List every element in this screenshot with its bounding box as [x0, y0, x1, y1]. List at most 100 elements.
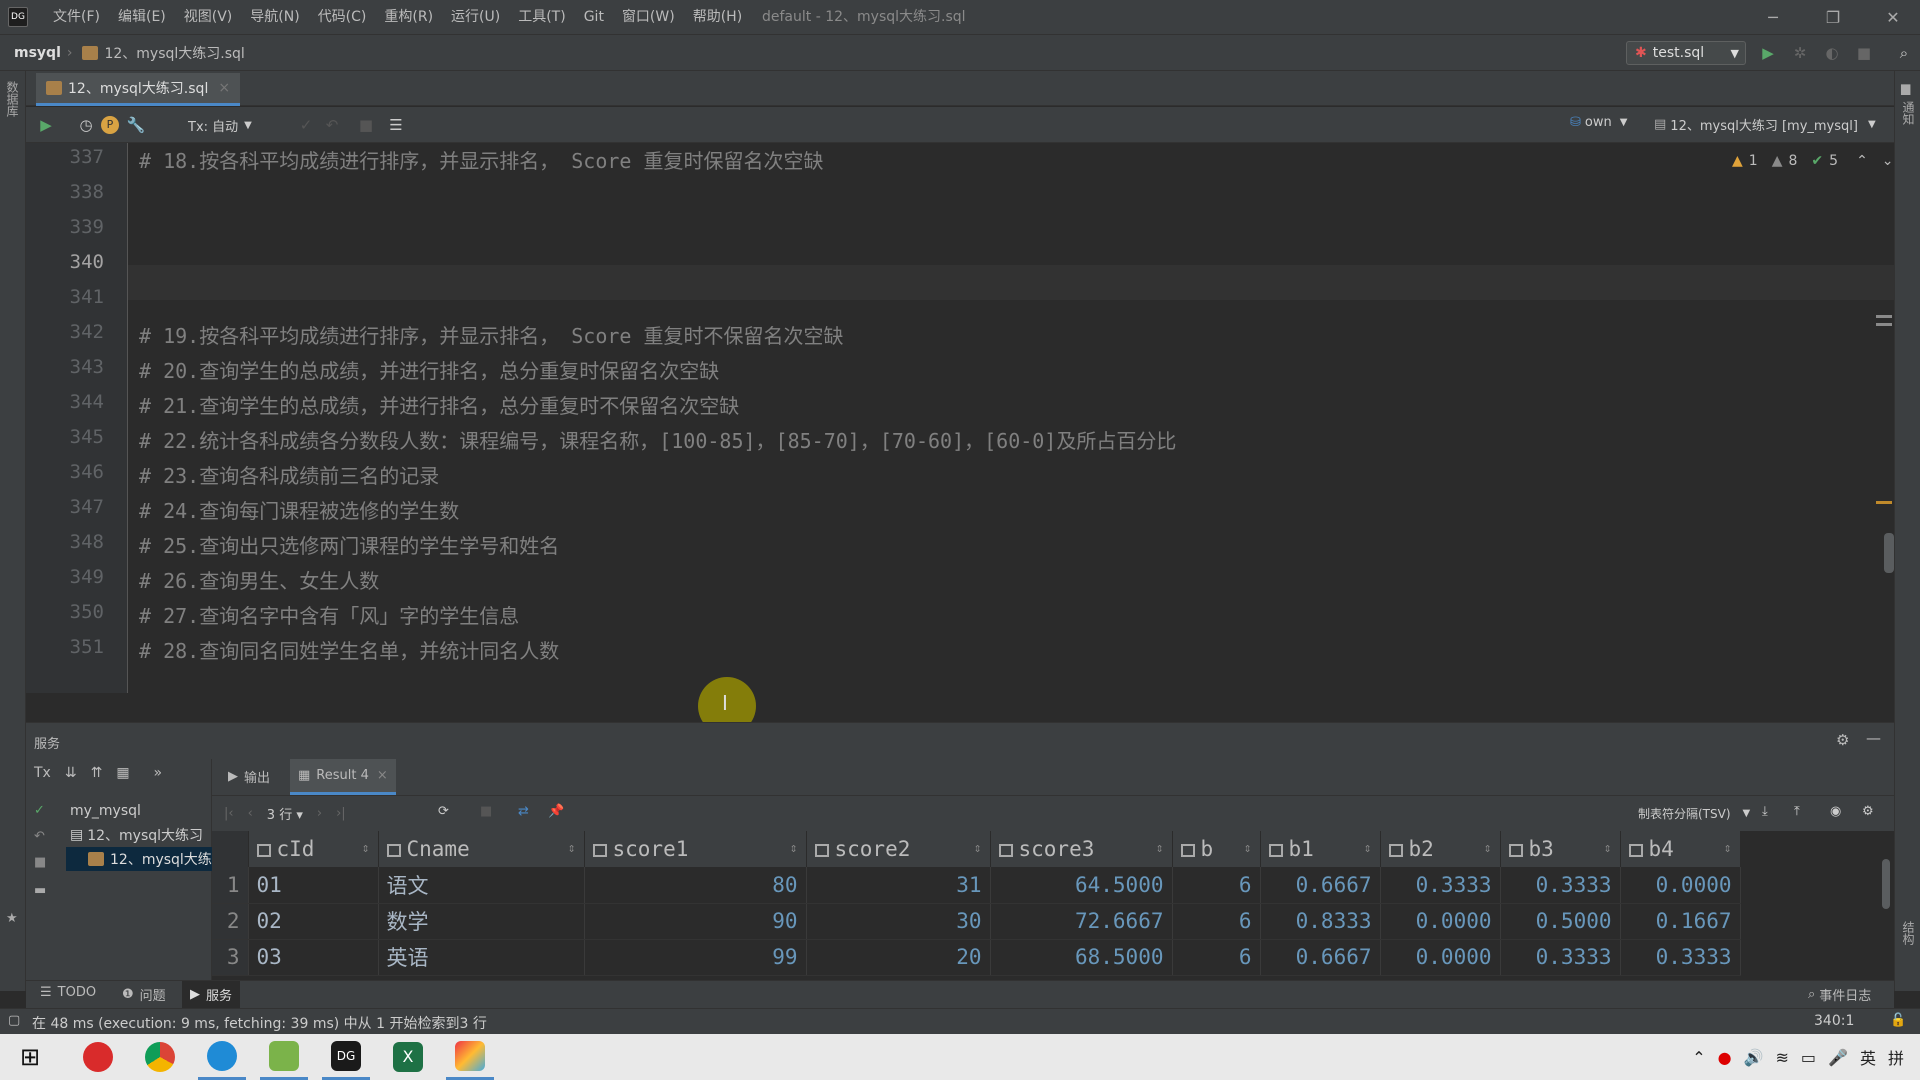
execute-icon[interactable]: ▶: [34, 113, 58, 137]
table-cell[interactable]: 6: [1172, 903, 1261, 940]
table-cell[interactable]: 68.5000: [990, 939, 1173, 976]
group-icon[interactable]: ▦: [116, 765, 129, 781]
column-header[interactable]: score2 ⇕: [806, 831, 991, 867]
event-log-tab[interactable]: ⌕ 事件日志: [1808, 985, 1871, 1004]
output-tab[interactable]: ▶ 输出: [228, 767, 270, 786]
table-cell[interactable]: 64.5000: [990, 867, 1173, 904]
rollback-icon[interactable]: ↶: [320, 113, 344, 137]
paint-icon[interactable]: [446, 1034, 494, 1080]
menu-file[interactable]: 文件(F): [44, 0, 109, 34]
table-cell[interactable]: 99: [584, 939, 807, 976]
table-cell[interactable]: 英语: [378, 939, 585, 976]
sort-icon[interactable]: ⇕: [1244, 841, 1252, 856]
wrench-icon[interactable]: 🔧: [124, 113, 148, 137]
settings-gear-icon[interactable]: ⚙: [1836, 731, 1849, 749]
history-icon[interactable]: ◷: [74, 113, 98, 137]
rows-count-select[interactable]: 3 行 ▾: [267, 804, 303, 823]
next-page-icon[interactable]: ›: [317, 806, 322, 821]
problems-tab[interactable]: ❶ 问题: [122, 985, 166, 1004]
favorites-star-icon[interactable]: ★: [6, 911, 18, 926]
menu-edit[interactable]: 编辑(E): [109, 0, 175, 34]
table-cell[interactable]: 31: [806, 867, 991, 904]
tree-item-console[interactable]: ▤ 12、mysql大练习: [70, 825, 210, 845]
coverage-icon[interactable]: ◐: [1820, 41, 1844, 65]
first-page-icon[interactable]: |‹: [224, 806, 234, 821]
caret-position[interactable]: 340:1: [1814, 1013, 1854, 1029]
close-icon[interactable]: ✕: [1876, 0, 1910, 34]
compare-icon[interactable]: ⇄: [518, 804, 529, 819]
profile-p-icon[interactable]: P: [101, 116, 119, 134]
code-editor[interactable]: 337 338 339 340 341 342 343 344 345 346 347 348 349 3…: [26, 143, 1894, 735]
last-page-icon[interactable]: ›|: [336, 806, 346, 821]
search-icon[interactable]: ⌕: [1892, 41, 1916, 65]
schema-select[interactable]: ⛁ own ▼: [1570, 115, 1627, 130]
table-cell[interactable]: 03: [248, 939, 379, 976]
volume-icon[interactable]: 🔊: [1738, 1048, 1770, 1067]
image-viewer-icon[interactable]: [260, 1034, 308, 1080]
sort-icon[interactable]: ⇕: [1156, 841, 1164, 856]
table-cell[interactable]: 80: [584, 867, 807, 904]
table-cell[interactable]: 0.8333: [1260, 903, 1381, 940]
sort-icon[interactable]: ⇕: [1724, 841, 1732, 856]
debug-icon[interactable]: ✲: [1788, 41, 1812, 65]
collapse-all-icon[interactable]: ⇈: [91, 765, 103, 781]
row-number[interactable]: 3: [212, 939, 249, 976]
column-header[interactable]: b4 ⇕: [1620, 831, 1741, 867]
menu-tools[interactable]: 工具(T): [509, 0, 574, 34]
table-row[interactable]: 3 03 英语 99 20 68.5000 6 0.6667 0.0000 0.3333 0.333…: [212, 939, 1741, 976]
ime-mode[interactable]: 拼: [1882, 1045, 1910, 1069]
table-row[interactable]: 2 02 数学 90 30 72.6667 6 0.8333 0.0000 0.5000 0.166…: [212, 903, 1741, 940]
chrome-icon[interactable]: [136, 1034, 184, 1080]
menu-run[interactable]: 运行(U): [442, 0, 509, 34]
previous-page-icon[interactable]: ‹: [248, 806, 253, 821]
cancel-icon[interactable]: ■: [480, 804, 492, 819]
sort-icon[interactable]: ⇕: [362, 841, 370, 856]
sort-icon[interactable]: ⇕: [974, 841, 982, 856]
reload-icon[interactable]: ⟳: [438, 804, 449, 819]
previous-highlight-icon[interactable]: ⌃: [1856, 153, 1868, 169]
status-toggle-icon[interactable]: ▢: [8, 1013, 20, 1028]
table-cell[interactable]: 数学: [378, 903, 585, 940]
transaction-mode-select[interactable]: Tx: 自动 ▼: [188, 115, 252, 135]
table-cell[interactable]: 0.3333: [1380, 867, 1501, 904]
table-cell[interactable]: 0.1667: [1620, 903, 1741, 940]
tree-item-datasource[interactable]: my_mysql: [70, 803, 141, 819]
column-header[interactable]: Cname ⇕: [378, 831, 585, 867]
row-number[interactable]: 2: [212, 903, 249, 940]
sort-icon[interactable]: ⇕: [1364, 841, 1372, 856]
export-icon[interactable]: ⤓: [1762, 804, 1768, 819]
table-cell[interactable]: 6: [1172, 939, 1261, 976]
battery-icon[interactable]: ▭: [1795, 1048, 1822, 1067]
tree-item-session-selected[interactable]: 12、mysql大练: [66, 847, 212, 871]
table-cell[interactable]: 72.6667: [990, 903, 1173, 940]
close-tab-icon[interactable]: ×: [218, 80, 230, 96]
table-cell[interactable]: 02: [248, 903, 379, 940]
editor-scrollbar[interactable]: [1884, 533, 1894, 573]
run-icon[interactable]: ▶: [1756, 41, 1780, 65]
wifi-icon[interactable]: ≋: [1770, 1048, 1795, 1067]
more-icon[interactable]: »: [154, 765, 163, 781]
table-cell[interactable]: 30: [806, 903, 991, 940]
todo-tab[interactable]: ☰ TODO: [40, 985, 96, 1000]
sort-icon[interactable]: ⇕: [1484, 841, 1492, 856]
folder-icon[interactable]: ▆: [1901, 81, 1910, 95]
table-cell[interactable]: 90: [584, 903, 807, 940]
restore-icon[interactable]: ❐: [1816, 0, 1850, 34]
view-eye-icon[interactable]: ◉: [1830, 804, 1841, 819]
tray-expand-icon[interactable]: ⌃: [1686, 1048, 1711, 1067]
table-cell[interactable]: 0.0000: [1380, 939, 1501, 976]
sort-icon[interactable]: ⇕: [790, 841, 798, 856]
excel-icon[interactable]: X: [384, 1034, 432, 1080]
column-header[interactable]: score1 ⇕: [584, 831, 807, 867]
column-header[interactable]: b3 ⇕: [1500, 831, 1621, 867]
datagrip-icon[interactable]: DG: [322, 1034, 370, 1080]
table-cell[interactable]: 0.5000: [1500, 903, 1621, 940]
pin-icon[interactable]: 📌: [548, 804, 564, 819]
app-g-icon[interactable]: [74, 1034, 122, 1080]
table-cell[interactable]: 0.3333: [1500, 867, 1621, 904]
result-tab[interactable]: ▦ Result 4 ×: [290, 759, 396, 795]
database-tool-button[interactable]: 数据库: [4, 81, 21, 117]
menu-git[interactable]: Git: [575, 0, 613, 34]
minimize-icon[interactable]: ─: [1756, 0, 1790, 34]
column-header[interactable]: b2 ⇕: [1380, 831, 1501, 867]
